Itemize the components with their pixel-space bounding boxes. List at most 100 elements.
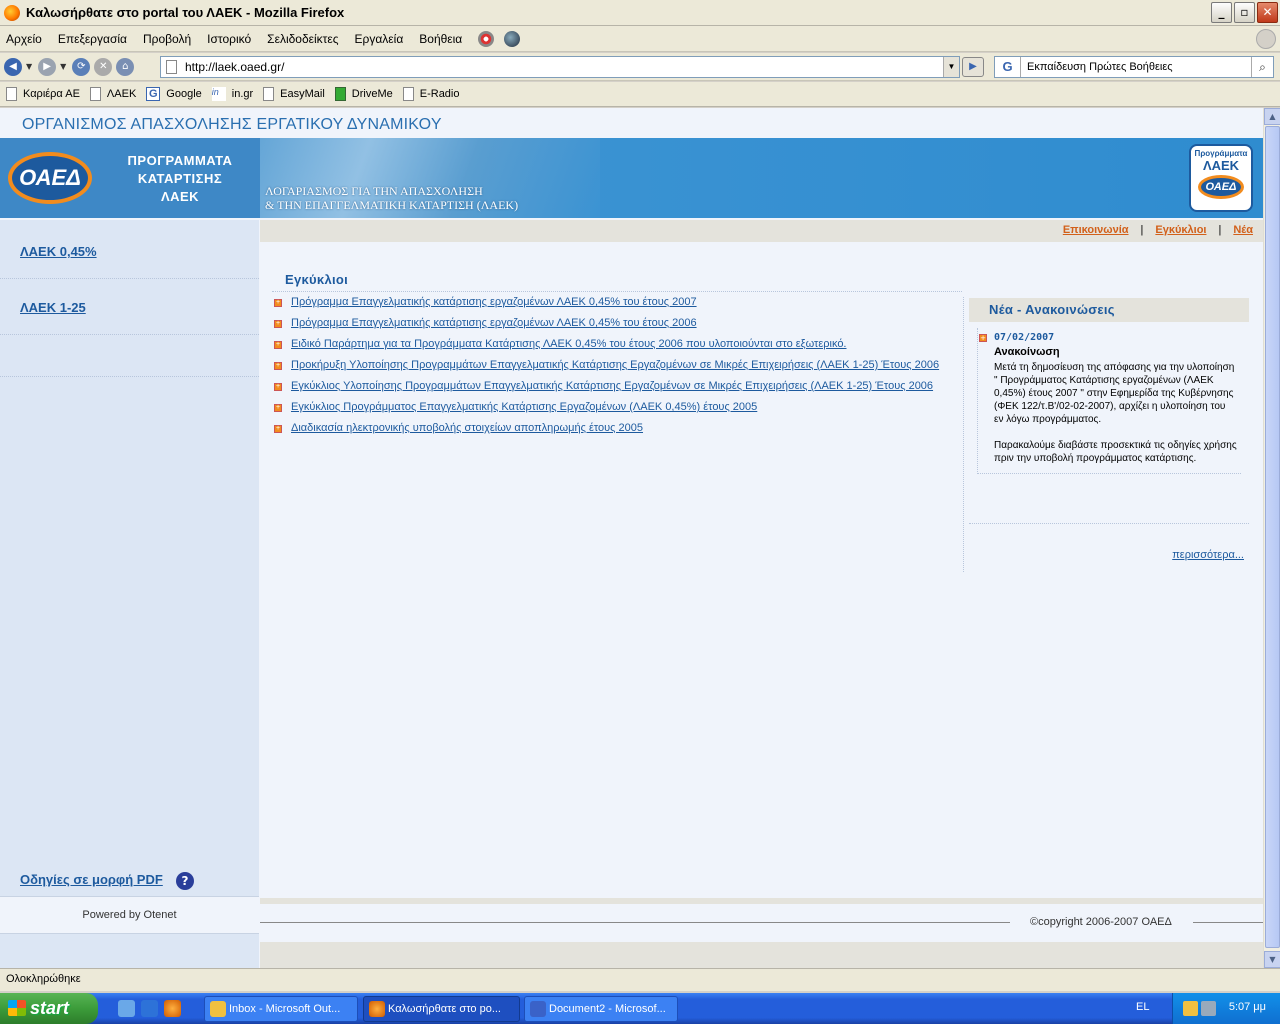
help-icon[interactable]: ?	[176, 872, 194, 890]
minimize-button[interactable]: _	[1211, 2, 1232, 23]
show-desktop-icon[interactable]	[118, 1000, 135, 1017]
go-button[interactable]: ▶	[962, 57, 984, 77]
scroll-down-button[interactable]: ▼	[1264, 951, 1280, 968]
circular-link[interactable]: Διαδικασία ηλεκτρονικής υποβολής στοιχεί…	[291, 422, 643, 434]
bookmark-ingr[interactable]: in in.gr	[211, 87, 253, 101]
news-body: Μετά τη δημοσίευση της απόφασης για την …	[994, 362, 1237, 464]
firefox-icon	[369, 1001, 385, 1017]
url-dropdown-button[interactable]: ▼	[943, 57, 959, 77]
laek-badge-logo: Προγράμματα ΛΑΕΚ ΟΑΕΔ	[1189, 144, 1253, 212]
bookmark-eradio[interactable]: E-Radio	[402, 87, 460, 101]
language-indicator[interactable]: EL	[1136, 1001, 1149, 1013]
circular-link[interactable]: Πρόγραμμα Επαγγελματικής κατάρτισης εργα…	[291, 317, 697, 329]
ingr-icon: in	[211, 87, 226, 101]
forward-button[interactable]: ▶	[38, 57, 57, 76]
outlook-tray-icon[interactable]	[1183, 1001, 1198, 1016]
scroll-up-button[interactable]: ▲	[1264, 108, 1280, 125]
news-divider	[969, 523, 1249, 524]
list-item: + Εγκύκλιος Υλοποίησης Προγραμμάτων Επαγγ…	[274, 380, 939, 401]
page-icon	[166, 60, 177, 74]
news-item: + 07/02/2007 Ανακοίνωση Μετά τη δημοσίευ…	[977, 328, 1241, 474]
driveme-icon	[334, 87, 346, 101]
sidebar-link-laek-045[interactable]: ΛΑΕΚ 0,45%	[20, 244, 97, 259]
menu-tools[interactable]: Εργαλεία	[355, 32, 404, 46]
plus-bullet-icon: +	[274, 383, 282, 391]
home-button[interactable]: ⌂	[116, 57, 135, 76]
page-icon	[263, 87, 275, 101]
back-button[interactable]: ◀	[4, 57, 22, 76]
list-item: + Ειδικό Παράρτημα για τα Προγράμματα Κατ…	[274, 338, 939, 359]
menu-view[interactable]: Προβολή	[143, 32, 191, 46]
menu-edit[interactable]: Επεξεργασία	[58, 32, 127, 46]
circular-link[interactable]: Εγκύκλιος Υλοποίησης Προγραμμάτων Επαγγε…	[291, 380, 933, 392]
top-links: Επικοινωνία | Εγκύκλιοι | Νέα	[1063, 224, 1253, 236]
address-bar[interactable]: http://laek.oaed.gr/ ▼	[160, 56, 960, 78]
circular-link[interactable]: Προκήρυξη Υλοποίησης Προγραμμάτων Επαγγε…	[291, 359, 939, 371]
link-contact[interactable]: Επικοινωνία	[1063, 224, 1129, 236]
task-outlook[interactable]: Inbox - Microsoft Out...	[204, 996, 358, 1022]
scroll-thumb[interactable]	[1265, 126, 1280, 948]
throbber-icon	[1256, 29, 1276, 49]
bookmark-kariera[interactable]: Καριέρα ΑΕ	[6, 87, 80, 101]
circular-link[interactable]: Εγκύκλιος Προγράμματος Επαγγελματικής Κα…	[291, 401, 757, 413]
search-input[interactable]: Εκπαίδευση Πρώτες Βοήθειες	[1021, 61, 1173, 73]
search-engine-icon[interactable]: G	[995, 57, 1021, 77]
circular-link[interactable]: Πρόγραμμα Επαγγελματικής κατάρτισης εργα…	[291, 296, 697, 308]
globe-icon[interactable]	[504, 30, 521, 47]
copyright-text: ©copyright 2006-2007 ΟΑΕΔ	[1030, 916, 1172, 928]
menu-help[interactable]: Βοήθεια	[419, 32, 462, 46]
ie-icon[interactable]	[141, 1000, 158, 1017]
address-text[interactable]: http://laek.oaed.gr/	[185, 60, 284, 74]
close-button[interactable]: ✕	[1257, 2, 1278, 23]
list-item: + Πρόγραμμα Επαγγελματικής κατάρτισης εργ…	[274, 317, 939, 338]
top-links-bar: Επικοινωνία | Εγκύκλιοι | Νέα	[260, 220, 1263, 242]
firefox-icon[interactable]	[164, 1000, 181, 1017]
start-button[interactable]: start	[0, 993, 98, 1024]
page-icon	[402, 87, 414, 101]
task-word[interactable]: Document2 - Microsof...	[524, 996, 678, 1022]
back-history-dropdown[interactable]: ▼	[26, 62, 32, 71]
forward-history-dropdown[interactable]: ▼	[60, 62, 66, 71]
page-icon	[6, 87, 17, 101]
vertical-scrollbar[interactable]: ▲ ▼	[1263, 108, 1280, 968]
plus-bullet-icon: +	[274, 341, 282, 349]
news-title: Ανακοίνωση	[994, 346, 1060, 358]
plus-bullet-icon: +	[274, 320, 282, 328]
sidebar-divider	[0, 334, 259, 335]
status-bar: Ολοκληρώθηκε	[0, 968, 1280, 991]
maximize-button[interactable]: ▫	[1234, 2, 1255, 23]
footer-strip	[260, 942, 1263, 968]
bookmark-driveme[interactable]: DriveMe	[334, 87, 393, 101]
menu-bookmarks[interactable]: Σελιδοδείκτες	[267, 32, 338, 46]
window-titlebar: Καλωσήρθατε στο portal του ΛΑΕΚ - Mozill…	[0, 0, 1280, 26]
reload-button[interactable]: ⟳	[72, 57, 91, 76]
plus-bullet-icon: +	[274, 362, 282, 370]
more-news-link[interactable]: περισσότερα...	[1172, 549, 1244, 561]
search-bar[interactable]: G Εκπαίδευση Πρώτες Βοήθειες ⌕	[994, 56, 1274, 78]
search-icon[interactable]: ⌕	[1251, 57, 1273, 77]
sidebar-link-laek-1-25[interactable]: ΛΑΕΚ 1-25	[20, 300, 86, 315]
plus-bullet-icon: +	[274, 425, 282, 433]
menu-history[interactable]: Ιστορικό	[207, 32, 251, 46]
bookmark-google[interactable]: G Google	[146, 87, 202, 101]
menu-file[interactable]: Αρχείο	[6, 32, 42, 46]
task-firefox[interactable]: Καλωσήρθατε στο po...	[363, 996, 520, 1022]
menu-bar: Αρχείο Επεξεργασία Προβολή Ιστορικό Σελι…	[0, 26, 1280, 52]
bookmark-easymail[interactable]: EasyMail	[263, 87, 325, 101]
oaed-logo[interactable]: ΟΑΕΔ	[8, 152, 92, 204]
stop-button[interactable]: ✕	[94, 57, 113, 76]
circular-link[interactable]: Ειδικό Παράρτημα για τα Προγράμματα Κατά…	[291, 338, 847, 350]
link-news[interactable]: Νέα	[1233, 224, 1253, 236]
program-title: ΠΡΟΓΡΑΜΜΑΤΑ ΚΑΤΑΡΤΙΣΗΣ ΛΑΕΚ	[127, 153, 233, 204]
bookmark-laek[interactable]: ΛΑΕΚ	[89, 87, 136, 101]
link-circulars[interactable]: Εγκύκλιοι	[1155, 224, 1206, 236]
organization-title: ΟΡΓΑΝΙΣΜΟΣ ΑΠΑΣΧΟΛΗΣΗΣ ΕΡΓΑΤΙΚΟΥ ΔΥΝΑΜΙΚ…	[22, 116, 442, 133]
addon-icon[interactable]	[478, 30, 495, 47]
sidebar-divider	[0, 278, 259, 279]
separator: |	[1140, 224, 1144, 236]
network-tray-icon[interactable]	[1201, 1001, 1216, 1016]
page-icon	[89, 87, 101, 101]
google-icon: G	[146, 87, 161, 101]
pdf-instructions-link[interactable]: Οδηγίες σε μορφή PDF	[20, 872, 163, 887]
news-date: 07/02/2007	[994, 332, 1055, 343]
